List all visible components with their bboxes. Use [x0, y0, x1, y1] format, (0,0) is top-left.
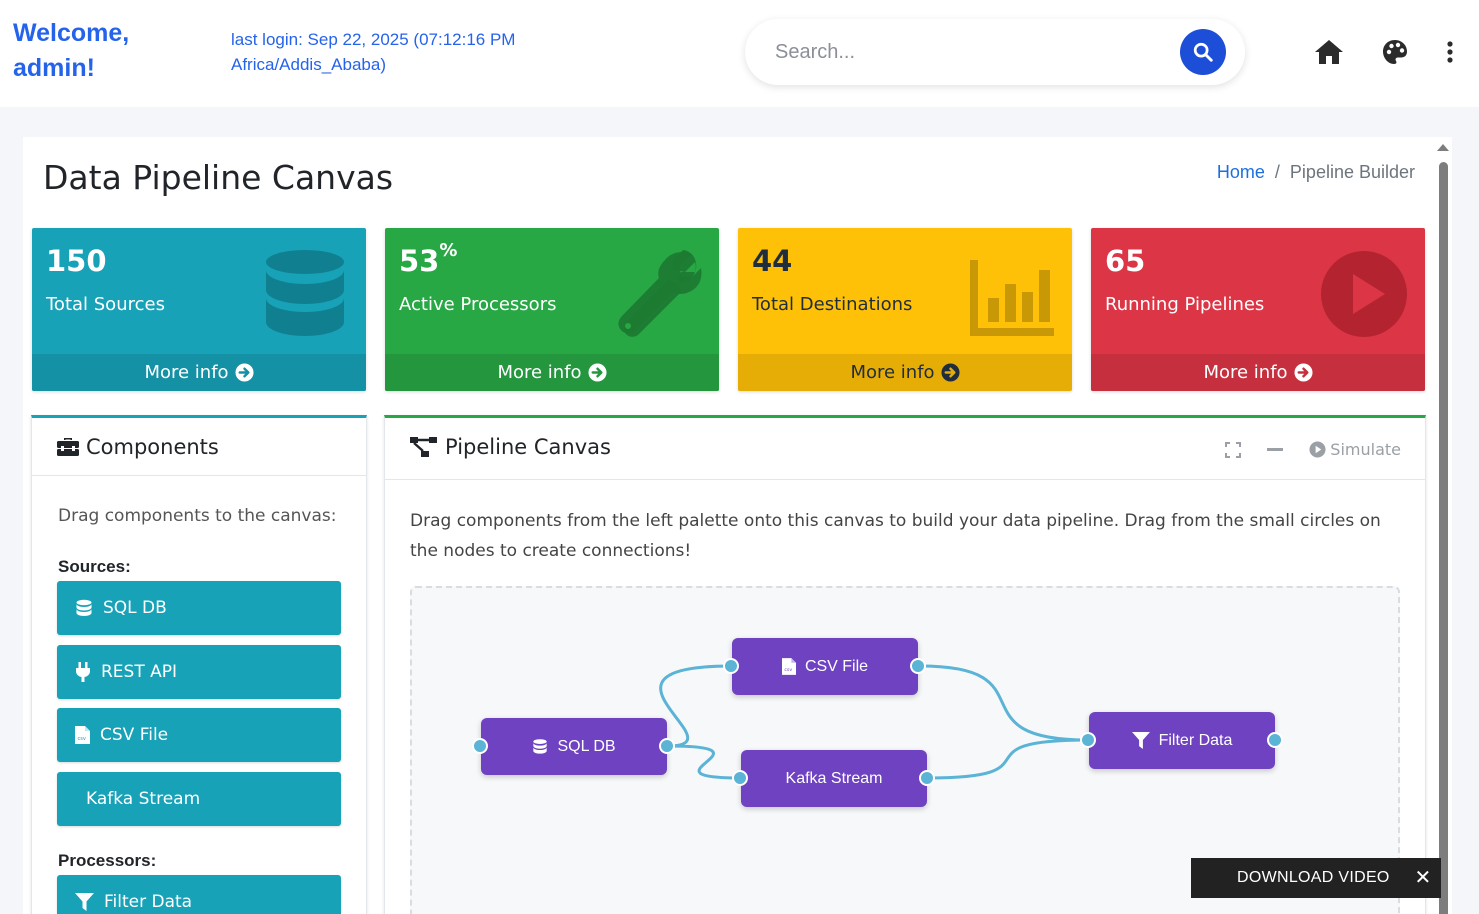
- pipeline-node-kafka-stream[interactable]: Kafka Stream: [741, 750, 927, 807]
- expand-icon[interactable]: [1225, 441, 1242, 458]
- project-diagram-icon: [410, 437, 437, 457]
- components-title: Components: [56, 435, 219, 459]
- more-info-link[interactable]: More info: [738, 354, 1072, 391]
- csv-file-icon: csv: [781, 658, 796, 675]
- more-info-link[interactable]: More info: [32, 354, 366, 391]
- minimize-icon[interactable]: [1267, 447, 1284, 452]
- node-port-input[interactable]: [472, 738, 488, 754]
- card-tools: Simulate: [1225, 440, 1401, 459]
- stat-label: Total Destinations: [752, 294, 913, 315]
- palette-item-rest-api[interactable]: REST API: [57, 645, 341, 699]
- search-bar: [745, 19, 1245, 85]
- node-port-output[interactable]: [1267, 732, 1283, 748]
- search-icon: [1193, 42, 1213, 62]
- filter-icon: [1131, 732, 1150, 749]
- stat-label: Total Sources: [46, 294, 165, 315]
- filter-icon: [75, 893, 94, 911]
- components-card: Components Drag components to the canvas…: [31, 415, 367, 914]
- stat-box-running-pipelines: 65 Running Pipelines More info: [1091, 228, 1425, 391]
- breadcrumb-home-link[interactable]: Home: [1217, 162, 1265, 183]
- node-port-output[interactable]: [919, 770, 935, 786]
- palette-item-csv-file[interactable]: csv CSV File: [57, 708, 341, 762]
- pipeline-node-sql-db[interactable]: SQL DB: [481, 718, 667, 775]
- scroll-thumb[interactable]: [1439, 162, 1448, 914]
- last-login-text: last login: Sep 22, 2025 (07:12:16 PM Af…: [231, 30, 516, 74]
- palette-item-sql-db[interactable]: SQL DB: [57, 581, 341, 635]
- csv-file-icon: csv: [75, 726, 90, 744]
- simulate-button[interactable]: Simulate: [1309, 440, 1401, 459]
- stat-value: 150: [46, 244, 107, 278]
- more-info-link[interactable]: More info: [385, 354, 719, 391]
- arrow-circle-right-icon: [941, 363, 960, 382]
- play-circle-icon: [1321, 251, 1407, 337]
- wrench-icon: [618, 250, 702, 337]
- page-title: Data Pipeline Canvas: [43, 158, 394, 197]
- more-vertical-icon: [1447, 41, 1453, 63]
- pipeline-canvas-title: Pipeline Canvas: [409, 435, 611, 459]
- node-port-output[interactable]: [659, 738, 675, 754]
- connection-csv-to-filter[interactable]: [919, 664, 1089, 742]
- svg-text:csv: csv: [784, 668, 792, 673]
- stat-value: 44: [752, 244, 793, 278]
- components-card-header: Components: [32, 418, 366, 476]
- theme-button[interactable]: [1379, 36, 1411, 68]
- node-port-input[interactable]: [1080, 732, 1096, 748]
- sources-section-label: Sources:: [58, 557, 131, 576]
- stat-suffix: %: [439, 240, 458, 261]
- arrow-circle-right-icon: [235, 363, 254, 382]
- search-input[interactable]: [775, 37, 1155, 67]
- download-video-button[interactable]: DOWNLOAD VIDEO: [1237, 869, 1390, 887]
- welcome-text: Welcome, admin!: [13, 19, 130, 82]
- database-icon: [266, 250, 344, 336]
- palette-item-kafka-stream[interactable]: Kafka Stream: [57, 772, 341, 826]
- stat-label: Active Processors: [399, 294, 557, 315]
- bar-chart-icon: [970, 260, 1054, 336]
- home-icon: [1315, 40, 1343, 64]
- palette-hint: Drag components to the canvas:: [58, 506, 337, 526]
- palette-icon: [1383, 40, 1407, 64]
- connection-kafka-to-filter[interactable]: [927, 738, 1089, 780]
- stat-box-active-processors: 53% Active Processors More info: [385, 228, 719, 391]
- more-menu-button[interactable]: [1434, 36, 1466, 68]
- node-port-output[interactable]: [910, 658, 926, 674]
- breadcrumb-current: Pipeline Builder: [1289, 162, 1415, 182]
- pipeline-canvas-header: Pipeline Canvas Simulate: [385, 418, 1425, 480]
- svg-text:csv: csv: [78, 736, 86, 742]
- more-info-link[interactable]: More info: [1091, 354, 1425, 391]
- connection-sql-to-kafka[interactable]: [667, 744, 743, 780]
- close-icon[interactable]: ✕: [1413, 866, 1433, 889]
- pipeline-node-filter-data[interactable]: Filter Data: [1089, 712, 1275, 769]
- processors-section-label: Processors:: [58, 851, 157, 870]
- toolbox-icon: [57, 438, 79, 456]
- download-video-bar: DOWNLOAD VIDEO ✕: [1191, 858, 1441, 898]
- stat-label: Running Pipelines: [1105, 294, 1265, 315]
- breadcrumb-separator: /: [1274, 162, 1280, 182]
- node-port-input[interactable]: [723, 658, 739, 674]
- pipeline-canvas-card: Pipeline Canvas Simulate Drag components…: [384, 415, 1426, 914]
- stat-value: 53%: [399, 240, 458, 278]
- arrow-circle-right-icon: [1294, 363, 1313, 382]
- database-icon: [533, 739, 548, 754]
- arrow-circle-right-icon: [588, 363, 607, 382]
- node-port-input[interactable]: [732, 770, 748, 786]
- stat-box-total-sources: 150 Total Sources More info: [32, 228, 366, 391]
- database-icon: [76, 599, 92, 616]
- canvas-description: Drag components from the left palette on…: [410, 511, 1381, 561]
- home-button[interactable]: [1313, 36, 1345, 68]
- search-button[interactable]: [1180, 29, 1226, 75]
- top-navbar: Welcome, admin! last login: Sep 22, 2025…: [0, 0, 1479, 107]
- breadcrumb: Home / Pipeline Builder: [1217, 162, 1415, 183]
- pipeline-node-csv-file[interactable]: csv CSV File: [732, 638, 918, 695]
- stat-box-total-destinations: 44 Total Destinations More info: [738, 228, 1072, 391]
- plug-icon: [76, 662, 90, 682]
- scrollbar[interactable]: [1435, 140, 1451, 914]
- stat-value: 65: [1105, 244, 1146, 278]
- play-circle-icon: [1309, 441, 1326, 458]
- scroll-up-arrow[interactable]: [1437, 144, 1449, 151]
- palette-item-filter-data[interactable]: Filter Data: [57, 875, 341, 914]
- connection-sql-to-csv[interactable]: [659, 664, 733, 748]
